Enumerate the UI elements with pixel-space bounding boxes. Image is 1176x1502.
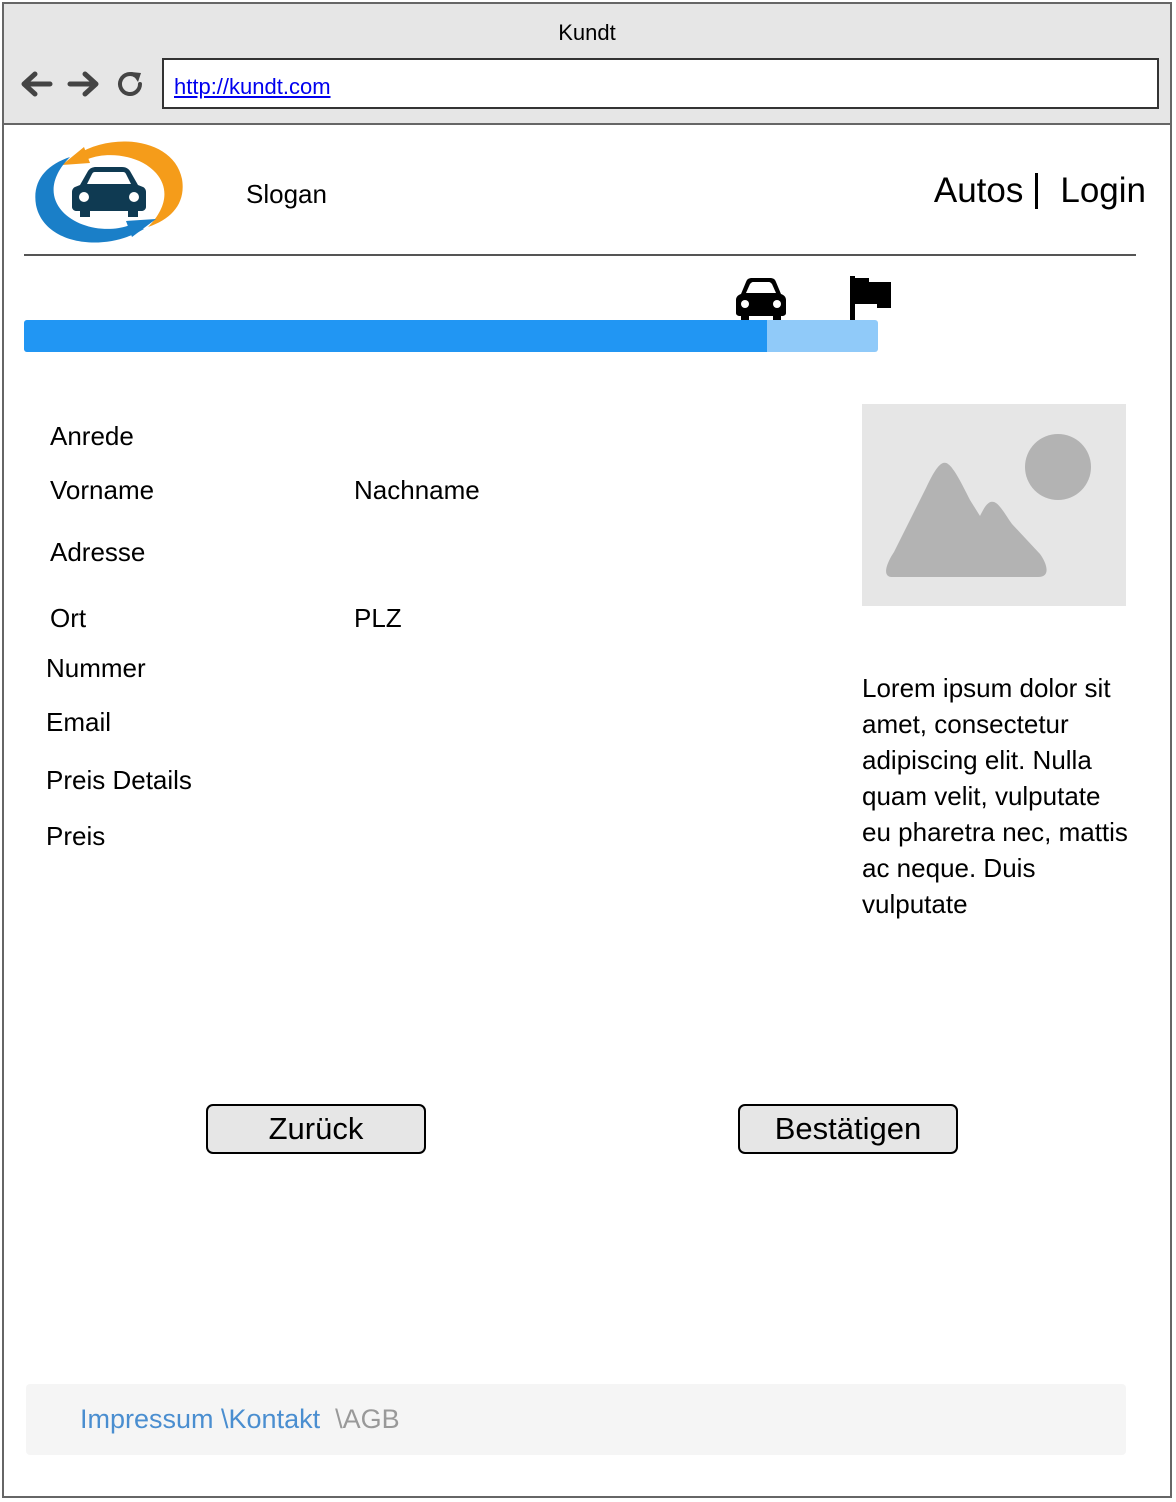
label-preis-details: Preis Details: [46, 765, 192, 795]
company-logo[interactable]: [32, 137, 186, 247]
footer-link-agb[interactable]: \AGB: [320, 1404, 400, 1434]
footer-link-kontakt[interactable]: \Kontakt: [221, 1404, 320, 1434]
nav-separator: [1035, 173, 1039, 209]
nav-autos[interactable]: Autos: [934, 171, 1024, 211]
label-nummer: Nummer: [46, 653, 146, 683]
description-text: Lorem ipsum dolor sit amet, consectetur …: [862, 673, 1128, 919]
label-preis: Preis: [46, 821, 106, 851]
url-bar[interactable]: http://kundt.com: [162, 58, 1159, 109]
back-arrow-icon[interactable]: [18, 66, 54, 102]
forward-arrow-icon[interactable]: [66, 66, 102, 102]
slogan: Slogan: [246, 179, 327, 209]
confirm-button[interactable]: Bestätigen: [738, 1104, 958, 1154]
progress-bar: [24, 320, 878, 352]
browser-chrome: Kundt http://kundt.com: [4, 4, 1170, 125]
progress-fill: [24, 320, 767, 352]
image-placeholder-icon: [862, 404, 1126, 606]
page-content: Slogan Autos Login Anrede Vorname Nachna…: [4, 125, 1170, 1498]
header-divider: [24, 254, 1136, 256]
footer: Impressum \Kontakt \AGB: [26, 1384, 1126, 1455]
label-vorname: Vorname: [50, 475, 155, 505]
top-nav: Autos Login: [934, 171, 1146, 211]
browser-window: Kundt http://kundt.com Slogan Autos Logi…: [2, 2, 1172, 1498]
label-anrede: Anrede: [50, 421, 134, 451]
label-ort: Ort: [50, 603, 87, 633]
label-adresse: Adresse: [50, 537, 146, 567]
label-email: Email: [46, 707, 112, 737]
label-nachname: Nachname: [354, 475, 480, 505]
footer-link-impressum[interactable]: Impressum: [80, 1404, 221, 1434]
nav-login[interactable]: Login: [1060, 171, 1146, 211]
url-text[interactable]: http://kundt.com: [174, 74, 331, 100]
window-title: Kundt: [558, 20, 616, 45]
car-icon: [735, 276, 787, 322]
label-plz: PLZ: [354, 603, 402, 633]
footer-links: Impressum \Kontakt \AGB: [80, 1404, 400, 1435]
back-button[interactable]: Zurück: [206, 1104, 426, 1154]
reload-icon[interactable]: [114, 68, 146, 100]
